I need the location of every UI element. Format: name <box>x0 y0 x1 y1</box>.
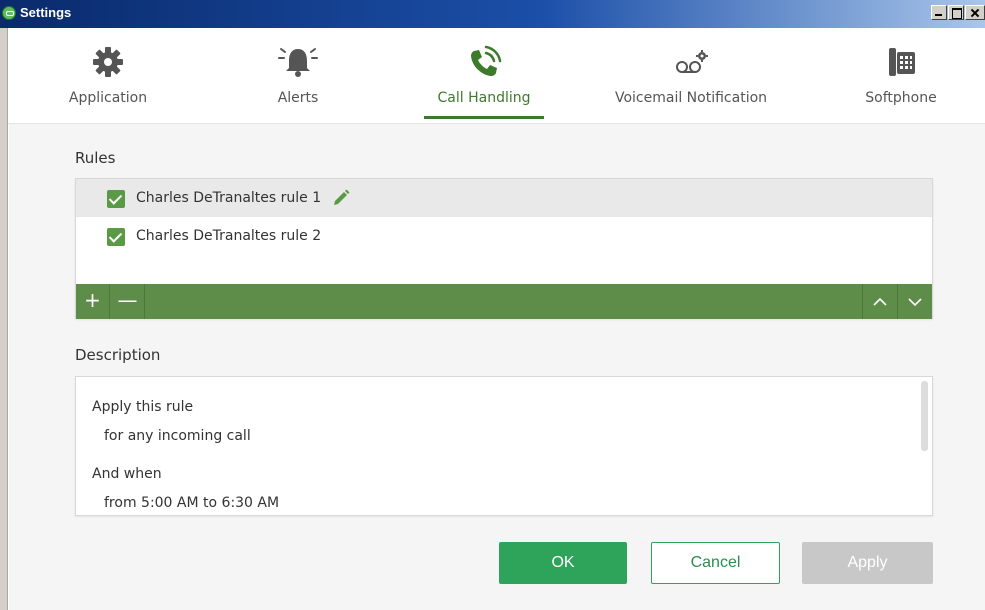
tab-label: Softphone <box>865 90 937 106</box>
rule-row[interactable]: Charles DeTranaltes rule 2 <box>76 217 932 255</box>
window-title: Settings <box>20 5 72 20</box>
tab-application[interactable]: Application <box>48 28 168 124</box>
description-line: Apply this rule <box>92 399 194 415</box>
rule-row[interactable]: Charles DeTranaltes rule 1 <box>76 179 932 217</box>
active-tab-indicator <box>424 116 544 119</box>
description-heading: Description <box>75 346 161 364</box>
tab-alerts[interactable]: Alerts <box>253 28 343 124</box>
tab-label: Call Handling <box>437 90 531 106</box>
bell-icon <box>278 42 318 82</box>
tab-voicemail-notification[interactable]: Voicemail Notification <box>606 28 776 124</box>
description-scrollbar[interactable] <box>921 381 928 451</box>
rule-checkbox[interactable] <box>107 228 125 246</box>
rule-checkbox[interactable] <box>107 190 125 208</box>
remove-rule-button[interactable]: — <box>111 284 145 319</box>
tab-call-handling[interactable]: Call Handling <box>424 28 544 124</box>
settings-tab-bar: Application Alerts Call Handling Voicema… <box>8 28 985 124</box>
app-logo-icon <box>2 6 16 20</box>
close-button[interactable] <box>965 5 985 20</box>
maximize-button[interactable] <box>948 5 964 20</box>
phone-call-icon <box>464 42 504 82</box>
title-bar: Settings <box>0 0 985 28</box>
voicemail-icon <box>671 42 711 82</box>
edit-pencil-icon[interactable] <box>331 188 351 208</box>
rules-heading: Rules <box>75 149 116 167</box>
rules-toolbar: + — <box>76 284 932 319</box>
tab-label: Alerts <box>277 90 319 106</box>
tab-softphone[interactable]: Softphone <box>846 28 956 124</box>
add-rule-button[interactable]: + <box>76 284 110 319</box>
move-rule-down-button[interactable] <box>897 284 931 319</box>
window-border <box>0 28 8 610</box>
description-line: from 5:00 AM to 6:30 AM <box>104 495 280 511</box>
description-line: And when <box>92 466 162 482</box>
rule-label: Charles DeTranaltes rule 2 <box>136 228 322 244</box>
minimize-button[interactable] <box>931 5 947 20</box>
apply-button[interactable]: Apply <box>802 542 933 584</box>
tab-label: Application <box>68 90 148 106</box>
cancel-button[interactable]: Cancel <box>651 542 780 584</box>
rule-label: Charles DeTranaltes rule 1 <box>136 190 322 206</box>
ok-button[interactable]: OK <box>499 542 627 584</box>
settings-content-panel: Rules Charles DeTranaltes rule 1 Charles… <box>9 124 985 610</box>
move-rule-up-button[interactable] <box>862 284 896 319</box>
rule-description-panel: Apply this rule for any incoming call An… <box>75 376 933 516</box>
tab-label: Voicemail Notification <box>614 90 768 106</box>
description-line: for any incoming call <box>104 428 251 444</box>
gear-icon <box>88 42 128 82</box>
desk-phone-icon <box>881 42 921 82</box>
rules-list: Charles DeTranaltes rule 1 Charles DeTra… <box>75 178 933 319</box>
